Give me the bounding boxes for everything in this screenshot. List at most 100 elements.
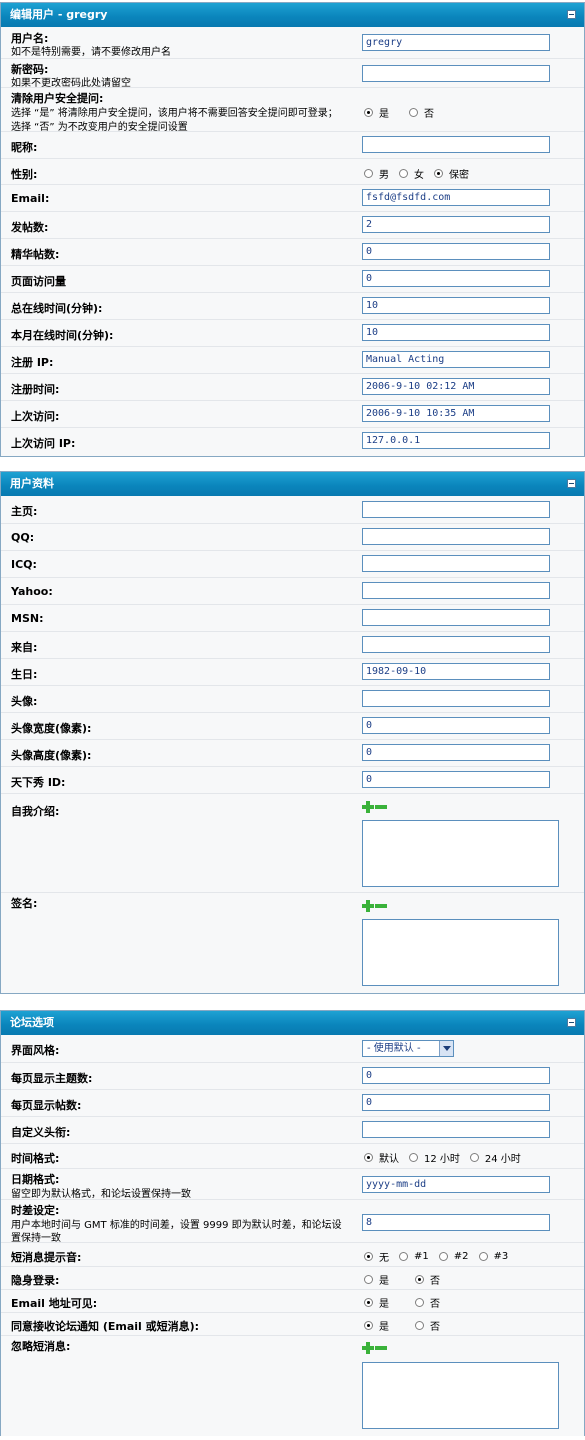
avatar-height-input[interactable] (362, 744, 550, 761)
pm-sound-3-radio[interactable]: #3 (478, 1251, 508, 1262)
radio-label: 是 (379, 109, 389, 120)
remove-icon[interactable] (375, 1342, 387, 1354)
last-ip-row: 上次访问 IP: (1, 427, 584, 454)
avatar-width-input[interactable] (362, 717, 550, 734)
txs-id-input[interactable] (362, 771, 550, 788)
ignore-pm-textarea[interactable] (362, 1362, 559, 1429)
remove-icon[interactable] (375, 801, 387, 813)
ignore-pm-label: 忽略短消息: (11, 1340, 71, 1353)
profile-header: 用户资料 (1, 472, 584, 496)
last-visit-row: 上次访问: (1, 400, 584, 427)
radio-label: 无 (379, 1253, 389, 1264)
forum-options-title: 论坛选项 (10, 1016, 54, 1029)
radio-label: 是 (379, 1276, 389, 1287)
signature-textarea[interactable] (362, 919, 559, 986)
nickname-input[interactable] (362, 136, 550, 153)
posts-label: 发帖数: (11, 221, 49, 234)
topics-per-page-label: 每页显示主题数: (11, 1072, 93, 1085)
pm-sound-1-radio[interactable]: #1 (399, 1251, 429, 1262)
last-ip-input[interactable] (362, 432, 550, 449)
notify-yes-radio[interactable]: 是 (364, 1318, 389, 1333)
profile-title: 用户资料 (10, 477, 54, 490)
msn-label: MSN: (11, 612, 44, 625)
total-online-input[interactable] (362, 297, 550, 314)
pm-sound-2-radio[interactable]: #2 (438, 1251, 469, 1262)
custom-title-input[interactable] (362, 1121, 550, 1138)
radio-label: 否 (424, 109, 434, 120)
last-visit-input[interactable] (362, 405, 550, 422)
email-visible-yes-radio[interactable]: 是 (364, 1295, 389, 1310)
avatar-height-label: 头像高度(像素): (11, 749, 92, 762)
reg-ip-input[interactable] (362, 351, 550, 368)
gender-female-radio[interactable]: 女 (399, 166, 424, 181)
total-online-label: 总在线时间(分钟): (11, 302, 103, 315)
collapse-icon[interactable] (567, 1018, 576, 1027)
add-icon[interactable] (362, 1342, 374, 1354)
edit-user-title: 编辑用户 - gregry (10, 8, 108, 21)
radio-dot-icon (415, 1321, 424, 1330)
radio-label: 12 小时 (424, 1154, 460, 1165)
from-input[interactable] (362, 636, 550, 653)
from-label: 来自: (11, 641, 38, 654)
time-format-12-radio[interactable]: 12 小时 (409, 1150, 460, 1165)
email-input[interactable] (362, 189, 550, 206)
posts-per-page-label: 每页显示帖数: (11, 1099, 82, 1112)
profile-panel: 用户资料 主页: QQ: ICQ: Yahoo: MSN: 来自: 生日: 19… (0, 471, 585, 994)
posts-per-page-input[interactable] (362, 1094, 550, 1111)
radio-label: 保密 (449, 170, 469, 181)
add-icon[interactable] (362, 801, 374, 813)
reg-time-input[interactable] (362, 378, 550, 395)
radio-label: 否 (430, 1276, 440, 1287)
month-online-row: 本月在线时间(分钟): (1, 319, 584, 346)
radio-label: 是 (379, 1299, 389, 1310)
radio-label: 是 (379, 1322, 389, 1333)
time-format-default-radio[interactable]: 默认 (364, 1150, 399, 1165)
remove-icon[interactable] (375, 900, 387, 912)
radio-dot-icon (409, 108, 418, 117)
collapse-icon[interactable] (567, 10, 576, 19)
pm-sound-none-radio[interactable]: 无 (364, 1249, 389, 1264)
page-views-input[interactable] (362, 270, 550, 287)
icq-input[interactable] (362, 555, 550, 572)
avatar-width-row: 头像宽度(像素): (1, 712, 584, 739)
topics-per-page-input[interactable] (362, 1067, 550, 1084)
bio-textarea[interactable] (362, 820, 559, 887)
homepage-input[interactable] (362, 501, 550, 518)
txs-id-label: 天下秀 ID: (11, 776, 66, 789)
posts-input[interactable] (362, 216, 550, 233)
new-password-row: 新密码: 如果不更改密码此处请留空 (1, 58, 584, 89)
clear-security-no-radio[interactable]: 否 (409, 105, 434, 120)
clear-security-yes-radio[interactable]: 是 (364, 105, 389, 120)
username-input[interactable] (362, 34, 550, 51)
style-select[interactable]: - 使用默认 - (362, 1040, 454, 1057)
forum-options-header: 论坛选项 (1, 1011, 584, 1035)
collapse-icon[interactable] (567, 479, 576, 488)
new-password-input[interactable] (362, 65, 550, 82)
msn-input[interactable] (362, 609, 550, 626)
avatar-input[interactable] (362, 690, 550, 707)
notify-no-radio[interactable]: 否 (415, 1318, 440, 1333)
chevron-down-icon[interactable] (439, 1041, 453, 1056)
radio-label: 否 (430, 1322, 440, 1333)
invisible-yes-radio[interactable]: 是 (364, 1272, 389, 1287)
qq-input[interactable] (362, 528, 550, 545)
timezone-input[interactable] (362, 1214, 550, 1231)
email-visible-no-radio[interactable]: 否 (415, 1295, 440, 1310)
digest-posts-row: 精华帖数: (1, 238, 584, 265)
date-format-input[interactable] (362, 1176, 550, 1193)
digest-posts-input[interactable] (362, 243, 550, 260)
invisible-no-radio[interactable]: 否 (415, 1272, 440, 1287)
yahoo-input[interactable] (362, 582, 550, 599)
custom-title-label: 自定义头衔: (11, 1126, 71, 1139)
radio-label: 默认 (379, 1154, 399, 1165)
month-online-input[interactable] (362, 324, 550, 341)
radio-dot-icon (364, 1321, 373, 1330)
birthday-input[interactable] (362, 663, 550, 680)
time-format-24-radio[interactable]: 24 小时 (469, 1150, 521, 1165)
add-icon[interactable] (362, 900, 374, 912)
bio-row: 自我介绍: (1, 793, 584, 892)
gender-secret-radio[interactable]: 保密 (434, 166, 469, 181)
forum-options-panel: 论坛选项 界面风格: - 使用默认 - 每页显示主题数: 每页显示帖数: 自定义… (0, 1010, 585, 1436)
gender-male-radio[interactable]: 男 (364, 166, 389, 181)
pm-sound-label: 短消息提示音: (11, 1251, 82, 1264)
